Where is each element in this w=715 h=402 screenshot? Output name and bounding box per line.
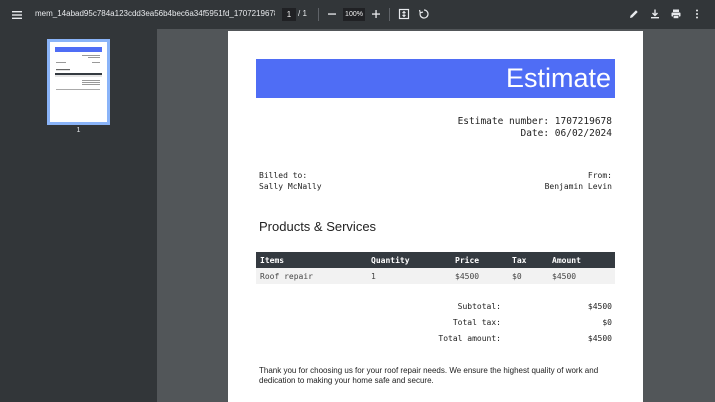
products-table: Items Quantity Price Tax Amount Roof rep… — [256, 252, 615, 284]
estimate-banner: Estimate — [256, 59, 615, 98]
menu-icon[interactable] — [9, 7, 25, 23]
billed-to-block: Billed to: Sally McNally — [259, 170, 322, 192]
billed-to-name: Sally McNally — [259, 182, 322, 191]
from-block: From: Benjamin Levin — [545, 170, 612, 192]
cell-item: Roof repair — [260, 272, 313, 281]
fit-to-page-icon[interactable] — [397, 7, 411, 21]
thank-you-note: Thank you for choosing us for your roof … — [259, 366, 599, 385]
header-items: Items — [260, 256, 285, 265]
header-price: Price — [455, 256, 480, 265]
header-amount: Amount — [552, 256, 581, 265]
toolbar-divider — [389, 8, 390, 21]
estimate-number: Estimate number: 1707219678 — [457, 116, 612, 127]
cell-quantity: 1 — [371, 272, 376, 281]
download-icon[interactable] — [648, 7, 662, 21]
table-row: Roof repair 1 $4500 $0 $4500 — [256, 268, 615, 284]
page-thumbnail[interactable] — [47, 39, 110, 125]
zoom-input[interactable]: 100% — [343, 8, 365, 21]
thumbnail-page-number: 1 — [76, 127, 81, 134]
from-name: Benjamin Levin — [544, 182, 612, 191]
subtotal-value: $4500 — [587, 302, 612, 311]
section-title: Products & Services — [259, 219, 377, 234]
printer-icon[interactable] — [669, 7, 683, 21]
estimate-meta: Estimate number: 1707219678 Date: 06/02/… — [458, 116, 612, 140]
pencil-icon[interactable] — [627, 7, 641, 21]
toolbar-divider — [318, 8, 319, 21]
zoom-in-icon[interactable] — [369, 7, 383, 21]
rotate-icon[interactable] — [417, 7, 431, 21]
file-name: mem_14abad95c784a123cdd3ea56b4bec6a34f59… — [35, 9, 275, 18]
page-total: / 1 — [298, 9, 307, 18]
total-amount-value: $4500 — [587, 334, 612, 343]
more-options-icon[interactable] — [690, 7, 704, 21]
billed-to-label: Billed to: — [259, 171, 308, 180]
cell-tax: $0 — [512, 272, 522, 281]
total-amount-label: Total amount: — [438, 334, 501, 343]
document-title: Estimate — [505, 63, 611, 93]
from-label: From: — [587, 171, 612, 180]
header-quantity: Quantity — [371, 256, 410, 265]
table-header-row: Items Quantity Price Tax Amount — [256, 252, 615, 268]
pdf-page: Estimate Estimate number: 1707219678 Dat… — [228, 31, 643, 402]
header-tax: Tax — [512, 256, 527, 265]
cell-amount: $4500 — [552, 272, 577, 281]
thumbnail-sidebar: 1 — [0, 29, 157, 402]
pdf-toolbar: mem_14abad95c784a123cdd3ea56b4bec6a34f59… — [0, 0, 715, 29]
document-viewer: Estimate Estimate number: 1707219678 Dat… — [157, 29, 715, 402]
thumbnail-preview — [52, 44, 105, 120]
page-number-input[interactable]: 1 — [282, 8, 296, 21]
total-tax-value: $0 — [602, 318, 612, 327]
zoom-out-icon[interactable] — [325, 7, 339, 21]
estimate-date: Date: 06/02/2024 — [520, 128, 612, 139]
cell-price: $4500 — [455, 272, 480, 281]
total-tax-label: Total tax: — [452, 318, 501, 327]
subtotal-label: Subtotal: — [457, 302, 501, 311]
